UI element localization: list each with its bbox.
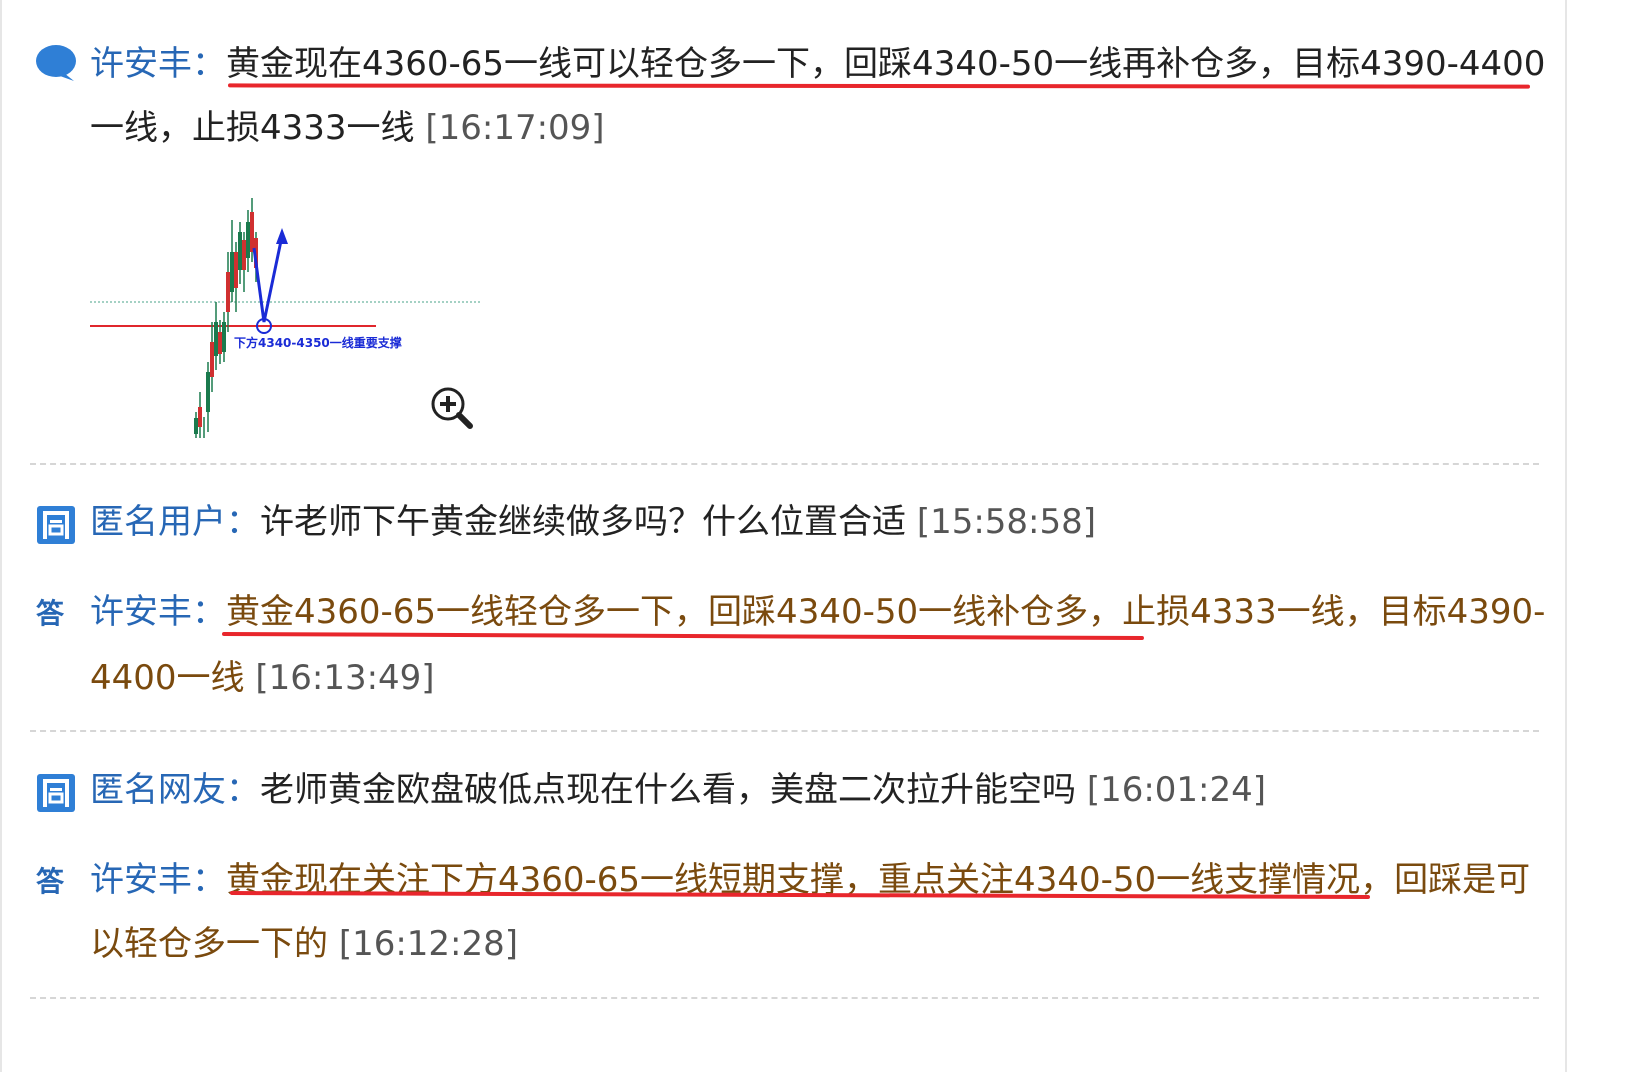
answer-text-underlined: 黄金4360-65一线轻仓多一下，回踩4340-50一线补仓多，止损4333一线: [226, 592, 1345, 632]
colon: ：: [226, 770, 260, 810]
answerer-name[interactable]: 许安丰: [90, 860, 192, 900]
answer-icon: 答: [36, 865, 65, 898]
question-line: 匿名用户：许老师下午黄金继续做多吗？什么位置合适 [15:58:58]: [90, 500, 1096, 544]
author-name[interactable]: 许安丰: [90, 44, 192, 84]
support-label: 下方4340-4350一线重要支撑: [234, 335, 402, 350]
timestamp: [16:01:24]: [1086, 770, 1267, 810]
timestamp: [15:58:58]: [916, 502, 1097, 542]
red-underline: [227, 83, 1531, 89]
answer-line-2: 4400一线 [16:13:49]: [90, 656, 435, 700]
message-text: 一线，止损4333一线: [90, 108, 415, 148]
timestamp: [16:12:28]: [338, 924, 519, 964]
question-text: 许老师下午黄金继续做多吗？什么位置合适: [260, 502, 906, 542]
message-line-2: 一线，止损4333一线 [16:17:09]: [90, 106, 605, 150]
answer-text-tail: ，目标4390-: [1344, 592, 1546, 632]
zoom-in-icon[interactable]: [428, 384, 476, 432]
question-line: 匿名网友：老师黄金欧盘破低点现在什么看，美盘二次拉升能空吗 [16:01:24]: [90, 768, 1266, 812]
separator: [30, 463, 1539, 465]
answer-icon: 答: [36, 597, 65, 630]
question-text: 老师黄金欧盘破低点现在什么看，美盘二次拉升能空吗: [260, 770, 1076, 810]
timestamp: [16:13:49]: [255, 658, 435, 698]
colon: ：: [226, 502, 260, 542]
separator: [30, 730, 1539, 732]
colon: ：: [192, 860, 226, 900]
answer-text: 4400一线: [90, 658, 245, 698]
asker-name[interactable]: 匿名用户: [90, 502, 226, 542]
question-icon: [37, 774, 75, 812]
message-line-1: 许安丰：黄金现在4360-65一线可以轻仓多一下，回踩4340-50一线再补仓多…: [90, 42, 1545, 86]
asker-name[interactable]: 匿名网友: [90, 770, 226, 810]
answerer-name[interactable]: 许安丰: [90, 592, 192, 632]
answer-text: 以轻仓多一下的: [90, 924, 328, 964]
timestamp: [16:17:09]: [425, 108, 605, 148]
answer-line-1: 许安丰：黄金4360-65一线轻仓多一下，回踩4340-50一线补仓多，止损43…: [90, 590, 1545, 634]
speech-bubble-icon: [36, 45, 76, 81]
live-qa-feed: 许安丰：黄金现在4360-65一线可以轻仓多一下，回踩4340-50一线再补仓多…: [0, 0, 1567, 1072]
question-icon: [37, 506, 75, 544]
message-text-underlined: 黄金现在4360-65一线可以轻仓多一下，回踩4340-50一线再补仓多，目标4…: [226, 44, 1546, 84]
answer-text-tail: 回踩是可: [1394, 860, 1531, 900]
colon: ：: [192, 592, 226, 632]
separator: [30, 997, 1539, 999]
colon: ：: [192, 44, 226, 84]
answer-line-2: 以轻仓多一下的 [16:12:28]: [90, 922, 518, 966]
